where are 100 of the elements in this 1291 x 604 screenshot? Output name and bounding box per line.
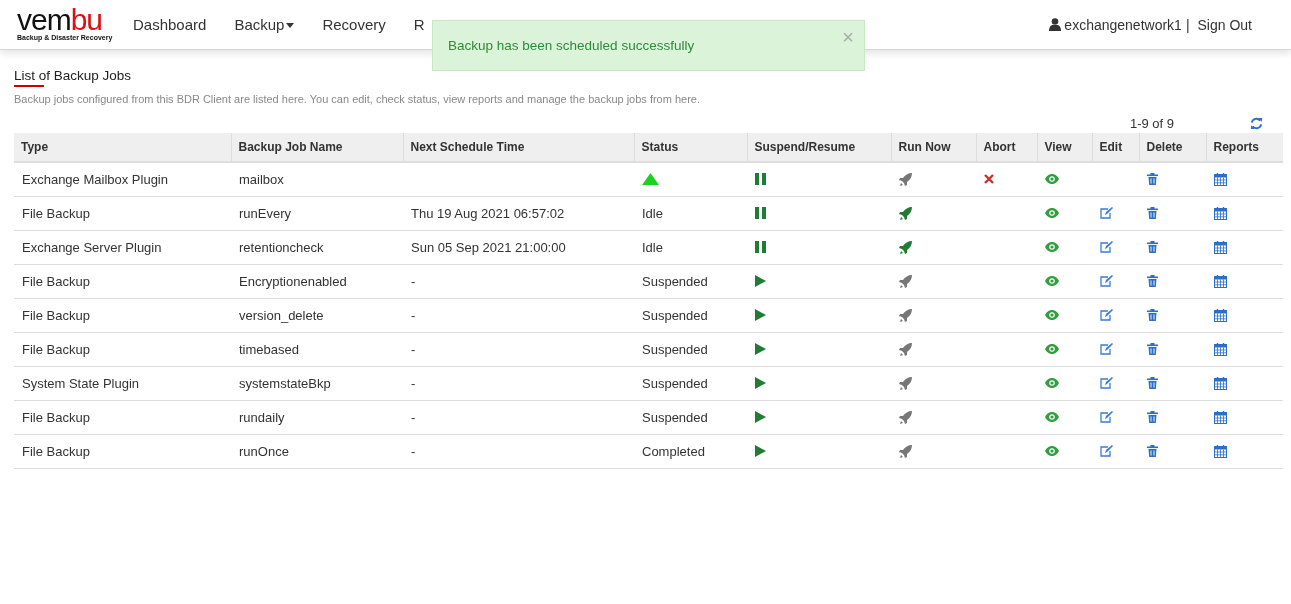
eye-icon[interactable] [1045, 344, 1059, 354]
nav-link[interactable]: Recovery [322, 16, 386, 33]
alert-message: Backup has been scheduled successfully [448, 38, 695, 53]
play-icon[interactable] [755, 445, 766, 457]
rocket-icon[interactable] [899, 444, 912, 458]
eye-icon[interactable] [1045, 242, 1059, 252]
calendar-icon[interactable] [1214, 206, 1227, 220]
trash-icon[interactable] [1147, 275, 1158, 287]
sign-out-link[interactable]: Sign Out [1197, 16, 1252, 33]
rocket-icon[interactable] [899, 206, 912, 220]
pause-icon[interactable] [755, 241, 766, 253]
trash-icon[interactable] [1147, 241, 1158, 253]
trash-icon[interactable] [1147, 207, 1158, 219]
play-icon[interactable] [755, 377, 766, 389]
calendar-icon[interactable] [1214, 342, 1227, 356]
table-cell: retentioncheck [231, 230, 403, 264]
eye-icon[interactable] [1045, 310, 1059, 320]
rocket-icon[interactable] [899, 376, 912, 390]
table-cell: Encryptionenabled [231, 264, 403, 298]
eye-icon[interactable] [1045, 412, 1059, 422]
table-cell: runOnce [231, 434, 403, 468]
trash-icon[interactable] [1147, 377, 1158, 389]
table-cell: File Backup [14, 196, 231, 230]
eye-icon[interactable] [1045, 276, 1059, 286]
table-cell: systemstateBkp [231, 366, 403, 400]
table-cell: Completed [642, 443, 705, 459]
rocket-icon[interactable] [899, 240, 912, 254]
play-icon[interactable] [755, 343, 766, 355]
table-cell: version_delete [231, 298, 403, 332]
eye-icon[interactable] [1045, 208, 1059, 218]
trash-icon[interactable] [1147, 445, 1158, 457]
trash-icon[interactable] [1147, 173, 1158, 186]
table-cell: runEvery [231, 196, 403, 230]
table-cell: Suspended [642, 341, 708, 357]
table-cell: Exchange Mailbox Plugin [14, 162, 231, 196]
rocket-icon[interactable] [899, 308, 912, 322]
calendar-icon[interactable] [1214, 308, 1227, 322]
table-cell: Suspended [642, 409, 708, 425]
rocket-icon[interactable] [899, 274, 912, 288]
rocket-icon[interactable] [899, 172, 912, 186]
close-icon[interactable] [984, 174, 994, 185]
refresh-icon[interactable] [1250, 116, 1263, 130]
edit-icon[interactable] [1100, 343, 1113, 355]
table-cell: Exchange Server Plugin [14, 230, 231, 264]
trash-icon[interactable] [1147, 411, 1158, 423]
table-cell: Suspended [642, 273, 708, 289]
calendar-icon[interactable] [1214, 172, 1227, 186]
rocket-icon[interactable] [899, 410, 912, 424]
edit-icon[interactable] [1100, 377, 1113, 389]
edit-icon[interactable] [1100, 207, 1113, 219]
eye-icon[interactable] [1045, 446, 1059, 456]
table-cell: File Backup [14, 332, 231, 366]
column-header: Run Now [891, 133, 976, 162]
edit-icon[interactable] [1100, 445, 1113, 457]
calendar-icon[interactable] [1214, 376, 1227, 390]
column-header: Backup Job Name [231, 133, 403, 162]
column-header: Edit [1092, 133, 1139, 162]
trash-icon[interactable] [1147, 309, 1158, 321]
table-cell: mailbox [231, 162, 403, 196]
table-cell: File Backup [14, 298, 231, 332]
column-header: Type [14, 133, 231, 162]
table-cell: - [411, 273, 416, 289]
eye-icon[interactable] [1045, 174, 1059, 185]
calendar-icon[interactable] [1214, 274, 1227, 288]
table-cell: Thu 19 Aug 2021 06:57:02 [411, 205, 565, 221]
table-cell: - [411, 341, 416, 357]
edit-icon[interactable] [1100, 309, 1113, 321]
column-header: Status [634, 133, 747, 162]
play-icon[interactable] [755, 275, 766, 287]
table-cell: Idle [642, 239, 663, 255]
table-cell: File Backup [14, 400, 231, 434]
column-header: Delete [1139, 133, 1206, 162]
pause-icon[interactable] [755, 207, 766, 219]
trash-icon[interactable] [1147, 343, 1158, 355]
nav-link[interactable]: Backup [234, 16, 295, 33]
caret-icon [286, 22, 295, 28]
nav-link[interactable]: Dashboard [133, 16, 207, 33]
play-icon[interactable] [755, 309, 766, 321]
logo-wordmark: vembu [17, 8, 103, 32]
calendar-icon[interactable] [1214, 410, 1227, 424]
table-cell: System State Plugin [14, 366, 231, 400]
calendar-icon[interactable] [1214, 444, 1227, 458]
column-header: View [1037, 133, 1092, 162]
column-header: Next Schedule Time [403, 133, 634, 162]
nav-link[interactable]: R [413, 16, 425, 33]
table-cell: File Backup [14, 434, 231, 468]
edit-icon[interactable] [1100, 275, 1113, 287]
calendar-icon[interactable] [1214, 240, 1227, 254]
table-cell: - [411, 443, 416, 459]
table-cell: - [411, 375, 416, 391]
pause-icon[interactable] [755, 173, 766, 186]
page-title: List of Backup Jobs [14, 68, 133, 83]
edit-icon[interactable] [1100, 411, 1113, 423]
edit-icon[interactable] [1100, 241, 1113, 253]
page-description: Backup jobs configured from this BDR Client are listed here. You can edit, check status, view reports and manage the backup jobs from here. [14, 93, 702, 105]
username: exchangenetwork1 [1064, 16, 1182, 33]
eye-icon[interactable] [1045, 378, 1059, 388]
rocket-icon[interactable] [899, 342, 912, 356]
play-icon[interactable] [755, 411, 766, 423]
table-cell: Suspended [642, 307, 708, 323]
